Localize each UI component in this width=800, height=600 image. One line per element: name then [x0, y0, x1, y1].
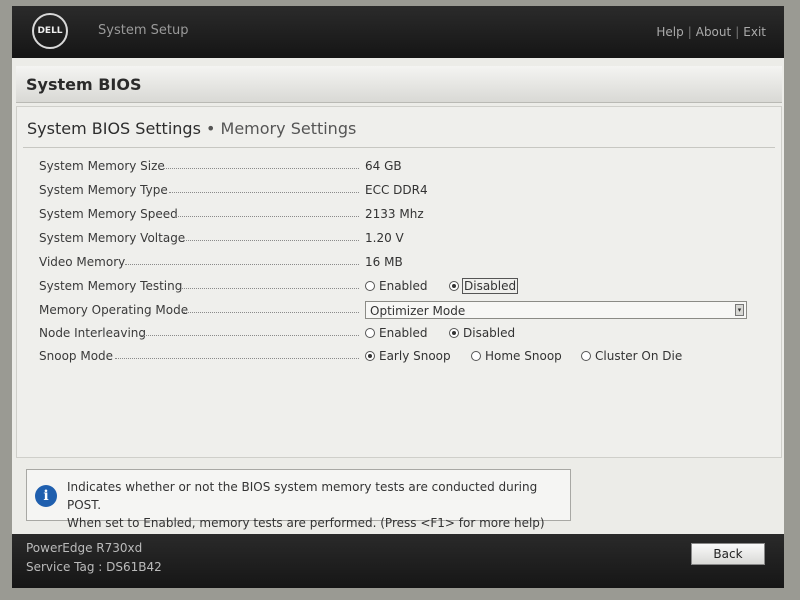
- dotted-leader: [163, 168, 359, 169]
- dell-logo: DELL: [32, 13, 68, 49]
- back-button[interactable]: Back: [691, 543, 765, 565]
- video-memory-value: 16 MB: [365, 255, 403, 269]
- dotted-leader: [115, 358, 359, 359]
- help-line-2: When set to Enabled, memory tests are pe…: [67, 516, 545, 530]
- dotted-leader: [182, 288, 359, 289]
- help-line-1: Indicates whether or not the BIOS system…: [67, 480, 538, 512]
- memory-testing-label: System Memory Testing: [39, 279, 183, 293]
- row-node-interleaving: Node Interleaving Enabled Disabled: [39, 324, 769, 344]
- radio-label: Enabled: [379, 279, 428, 293]
- breadcrumb-main: System BIOS Settings: [27, 119, 201, 138]
- breadcrumb-separator: •: [206, 119, 216, 138]
- row-snoop-mode: Snoop Mode Early Snoop Home Snoop Cluste…: [39, 347, 769, 367]
- radio-unselected-icon: [471, 350, 481, 361]
- radio-unselected-icon: [365, 280, 375, 291]
- video-memory-label: Video Memory: [39, 255, 126, 269]
- radio-selected-icon: [449, 327, 459, 338]
- exit-link[interactable]: Exit: [743, 25, 766, 39]
- memory-testing-enabled-radio[interactable]: Enabled: [365, 279, 428, 293]
- row-memory-testing: System Memory Testing Enabled Disabled: [39, 277, 769, 297]
- radio-label: Cluster On Die: [595, 349, 683, 363]
- dotted-leader: [175, 216, 359, 217]
- dotted-leader: [183, 240, 359, 241]
- row-operating-mode: Memory Operating Mode Optimizer Mode ▾: [39, 301, 769, 321]
- memory-type-value: ECC DDR4: [365, 183, 428, 197]
- node-interleaving-label: Node Interleaving: [39, 326, 147, 340]
- radio-label: Enabled: [379, 326, 428, 340]
- radio-unselected-icon: [581, 350, 591, 361]
- operating-mode-label: Memory Operating Mode: [39, 303, 189, 317]
- snoop-home-radio[interactable]: Home Snoop: [471, 349, 562, 363]
- top-links: Help | About | Exit: [656, 25, 766, 39]
- memory-speed-label: System Memory Speed: [39, 207, 178, 221]
- memory-size-value: 64 GB: [365, 159, 402, 173]
- row-video-memory: Video Memory 16 MB: [39, 253, 769, 273]
- dotted-leader: [169, 192, 359, 193]
- section-title: System BIOS: [26, 75, 142, 94]
- settings-panel: System BIOS Settings • Memory Settings S…: [16, 106, 782, 458]
- info-icon: i: [35, 485, 57, 507]
- radio-label: Disabled: [461, 278, 519, 294]
- bios-window: DELL System Setup Help | About | Exit System…: [12, 6, 784, 588]
- row-memory-size: System Memory Size 64 GB: [39, 157, 769, 177]
- memory-voltage-value: 1.20 V: [365, 231, 404, 245]
- service-tag: Service Tag : DS61B42: [26, 560, 162, 574]
- radio-label: Home Snoop: [485, 349, 562, 363]
- operating-mode-select[interactable]: Optimizer Mode ▾: [365, 301, 747, 319]
- row-memory-speed: System Memory Speed 2133 Mhz: [39, 205, 769, 225]
- about-link[interactable]: About: [696, 25, 731, 39]
- divider: [23, 147, 775, 148]
- radio-selected-icon: [365, 350, 375, 361]
- snoop-mode-label: Snoop Mode: [39, 349, 114, 363]
- memory-voltage-label: System Memory Voltage: [39, 231, 186, 245]
- snoop-early-radio[interactable]: Early Snoop: [365, 349, 451, 363]
- help-link[interactable]: Help: [656, 25, 683, 39]
- radio-selected-icon: [449, 280, 459, 291]
- breadcrumb-sub: Memory Settings: [220, 119, 357, 138]
- footer-bar: PowerEdge R730xd Service Tag : DS61B42 B…: [12, 534, 784, 588]
- memory-type-label: System Memory Type: [39, 183, 168, 197]
- memory-testing-disabled-radio[interactable]: Disabled: [449, 278, 519, 294]
- radio-label: Early Snoop: [379, 349, 451, 363]
- operating-mode-value: Optimizer Mode: [370, 304, 466, 318]
- memory-speed-value: 2133 Mhz: [365, 207, 424, 221]
- section-bar: System BIOS: [16, 66, 782, 103]
- memory-size-label: System Memory Size: [39, 159, 165, 173]
- header-bar: DELL System Setup Help | About | Exit: [12, 6, 784, 58]
- row-memory-type: System Memory Type ECC DDR4: [39, 181, 769, 201]
- app-title: System Setup: [98, 23, 189, 38]
- radio-label: Disabled: [463, 326, 516, 340]
- dotted-leader: [141, 335, 359, 336]
- breadcrumb: System BIOS Settings • Memory Settings: [27, 119, 356, 138]
- node-interleaving-enabled-radio[interactable]: Enabled: [365, 326, 428, 340]
- dotted-leader: [125, 264, 359, 265]
- dotted-leader: [183, 312, 359, 313]
- help-box: i Indicates whether or not the BIOS syst…: [26, 469, 571, 530]
- help-text: Indicates whether or not the BIOS system…: [67, 478, 562, 532]
- snoop-cluster-radio[interactable]: Cluster On Die: [581, 349, 682, 363]
- dropdown-arrow-icon[interactable]: ▾: [735, 304, 744, 316]
- radio-unselected-icon: [365, 327, 375, 338]
- row-memory-voltage: System Memory Voltage 1.20 V: [39, 229, 769, 249]
- model-name: PowerEdge R730xd: [26, 541, 143, 555]
- node-interleaving-disabled-radio[interactable]: Disabled: [449, 326, 515, 340]
